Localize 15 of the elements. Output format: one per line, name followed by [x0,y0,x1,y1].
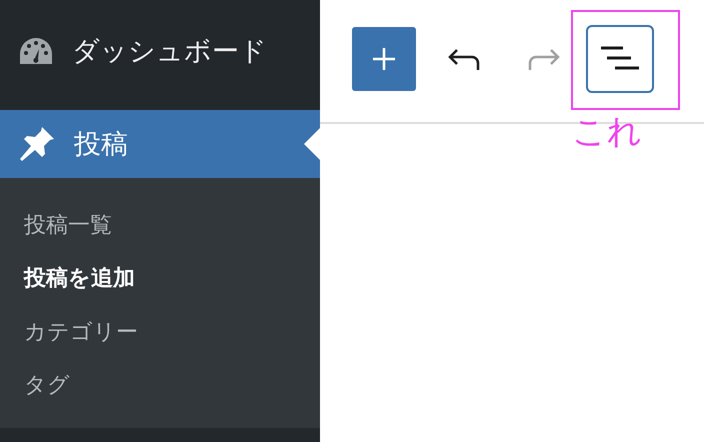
undo-icon [447,47,481,71]
plus-icon [372,47,396,71]
outline-icon [601,46,639,72]
annotation-label: これ [572,112,642,153]
submenu-item[interactable]: カテゴリー [0,305,320,358]
menu-item[interactable]: ダッシュボード [0,0,320,110]
pin-icon [20,127,54,161]
add-block-button[interactable] [352,27,416,91]
outline-button[interactable] [586,25,654,93]
submenu-item[interactable]: タグ [0,358,320,412]
menu-item[interactable]: 投稿 [0,110,320,178]
submenu-item[interactable]: 投稿を追加 [0,252,320,305]
submenu-item[interactable]: 投稿一覧 [0,198,320,252]
gauge-icon [20,38,52,64]
redo-icon [527,47,561,71]
